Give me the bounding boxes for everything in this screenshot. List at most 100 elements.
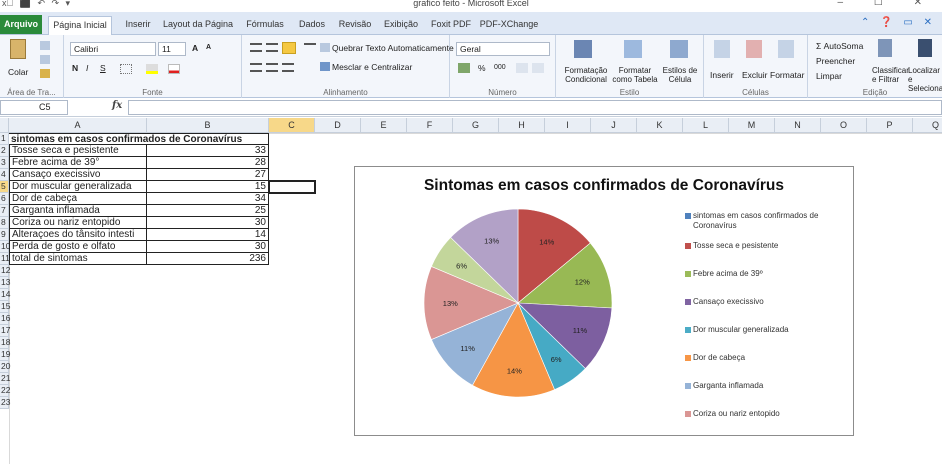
table-header-cell[interactable]: sintomas em casos confirmados de Coronav… <box>9 133 269 145</box>
symptom-name-cell[interactable]: Cansaço execissivo <box>9 169 147 181</box>
paste-button[interactable]: Colar <box>8 67 28 77</box>
name-box[interactable]: C5 <box>0 100 68 115</box>
italic-button[interactable]: I <box>86 63 88 73</box>
column-header-m[interactable]: M <box>729 118 775 133</box>
column-header-o[interactable]: O <box>821 118 867 133</box>
format-painter-icon[interactable] <box>40 69 50 78</box>
row-header-16[interactable]: 16 <box>0 313 10 325</box>
conditional-format-button[interactable]: Formatação Condicional <box>560 66 612 84</box>
tab-dados[interactable]: Dados <box>294 16 330 35</box>
row-header-3[interactable]: 3 <box>0 157 9 169</box>
column-header-k[interactable]: K <box>637 118 683 133</box>
format-as-table-button[interactable]: Formatar como Tabela <box>612 66 658 84</box>
find-select-icon[interactable] <box>918 39 932 57</box>
row-header-14[interactable]: 14 <box>0 289 10 301</box>
column-header-e[interactable]: E <box>361 118 407 133</box>
pie-chart[interactable]: Sintomas em casos confirmados de Coronav… <box>354 166 854 436</box>
row-header-23[interactable]: 23 <box>0 397 10 409</box>
tab-inserir[interactable]: Inserir <box>118 16 158 35</box>
align-right-icon[interactable] <box>282 63 294 72</box>
copy-icon[interactable] <box>40 55 50 64</box>
decrease-decimal-icon[interactable] <box>532 63 544 73</box>
row-header-18[interactable]: 18 <box>0 337 10 349</box>
increase-decimal-icon[interactable] <box>516 63 528 73</box>
column-header-l[interactable]: L <box>683 118 729 133</box>
column-header-i[interactable]: I <box>545 118 591 133</box>
grow-font-button[interactable]: A <box>192 43 198 53</box>
help-icon[interactable]: ⌃ ❓ ▭ ✕ <box>861 17 936 28</box>
delete-cells-icon[interactable] <box>746 40 762 58</box>
total-value-cell[interactable]: 236 <box>147 253 269 265</box>
wrap-text-icon[interactable] <box>320 43 330 52</box>
cell-styles-button[interactable]: Estilos de Célula <box>660 66 700 84</box>
thousands-button[interactable]: 000 <box>494 64 506 71</box>
row-header-8[interactable]: 8 <box>0 217 9 229</box>
column-header-p[interactable]: P <box>867 118 913 133</box>
column-header-h[interactable]: H <box>499 118 545 133</box>
tab-foxit-pdf[interactable]: Foxit PDF <box>428 16 474 35</box>
tab-pdf-xchange[interactable]: PDF-XChange <box>478 16 540 35</box>
column-header-c[interactable]: C <box>269 118 315 133</box>
symptom-name-cell[interactable]: Garganta inflamada <box>9 205 147 217</box>
row-header-2[interactable]: 2 <box>0 145 9 157</box>
row-header-9[interactable]: 9 <box>0 229 9 241</box>
formula-input[interactable] <box>128 100 942 115</box>
symptom-name-cell[interactable]: Febre acima de 39° <box>9 157 147 169</box>
symptom-name-cell[interactable]: Coriza ou nariz entopido <box>9 217 147 229</box>
delete-cells-button[interactable]: Excluir <box>742 70 768 80</box>
row-header-17[interactable]: 17 <box>0 325 10 337</box>
underline-button[interactable]: S <box>100 63 106 73</box>
symptom-count-cell[interactable]: 30 <box>147 217 269 229</box>
row-header-4[interactable]: 4 <box>0 169 9 181</box>
align-top-icon[interactable] <box>250 43 262 52</box>
row-header-5[interactable]: 5 <box>0 181 9 193</box>
row-header-7[interactable]: 7 <box>0 205 9 217</box>
accounting-format-icon[interactable] <box>458 63 470 73</box>
borders-icon[interactable] <box>120 64 132 74</box>
align-center-icon[interactable] <box>266 63 278 72</box>
column-header-a[interactable]: A <box>9 118 147 133</box>
symptom-count-cell[interactable]: 15 <box>147 181 269 193</box>
insert-cells-button[interactable]: Inserir <box>710 70 734 80</box>
row-header-15[interactable]: 15 <box>0 301 10 313</box>
font-name-select[interactable]: Calibri <box>70 42 156 56</box>
sort-filter-button[interactable]: Classificar e Filtrar <box>872 66 909 84</box>
fill-color-icon[interactable] <box>146 64 158 74</box>
selected-cell[interactable] <box>268 180 316 194</box>
font-size-select[interactable]: 11 <box>158 42 186 56</box>
symptom-count-cell[interactable]: 30 <box>147 241 269 253</box>
column-header-g[interactable]: G <box>453 118 499 133</box>
align-bottom-icon[interactable] <box>282 42 296 54</box>
align-middle-icon[interactable] <box>266 43 278 52</box>
tab-pagina-inicial[interactable]: Página Inicial <box>48 16 112 36</box>
row-header-20[interactable]: 20 <box>0 361 10 373</box>
column-header-q[interactable]: Q <box>913 118 942 133</box>
column-header-n[interactable]: N <box>775 118 821 133</box>
symptom-name-cell[interactable]: Dor de cabeça <box>9 193 147 205</box>
row-header-1[interactable]: 1 <box>0 133 9 145</box>
clear-button[interactable]: Limpar <box>816 71 842 81</box>
symptom-count-cell[interactable]: 34 <box>147 193 269 205</box>
cut-icon[interactable] <box>40 41 50 50</box>
row-header-11[interactable]: 11 <box>0 253 10 265</box>
symptom-name-cell[interactable]: Perda de gosto e olfato <box>9 241 147 253</box>
format-cells-icon[interactable] <box>778 40 794 58</box>
column-header-j[interactable]: J <box>591 118 637 133</box>
row-header-13[interactable]: 13 <box>0 277 10 289</box>
column-header-f[interactable]: F <box>407 118 453 133</box>
paste-icon[interactable] <box>10 39 26 59</box>
bold-button[interactable]: N <box>72 63 78 73</box>
insert-cells-icon[interactable] <box>714 40 730 58</box>
symptom-count-cell[interactable]: 14 <box>147 229 269 241</box>
symptom-count-cell[interactable]: 27 <box>147 169 269 181</box>
align-left-icon[interactable] <box>250 63 262 72</box>
symptom-name-cell[interactable]: Tosse seca e pesistente <box>9 145 147 157</box>
merge-center-button[interactable]: Mesclar e Centralizar <box>332 62 412 72</box>
symptom-count-cell[interactable]: 25 <box>147 205 269 217</box>
sort-filter-icon[interactable] <box>878 39 892 57</box>
column-header-b[interactable]: B <box>147 118 269 133</box>
symptom-count-cell[interactable]: 28 <box>147 157 269 169</box>
number-format-select[interactable]: Geral <box>456 42 550 56</box>
symptom-name-cell[interactable]: Alteraçoes do tânsito intesti <box>9 229 147 241</box>
percent-button[interactable]: % <box>478 63 486 73</box>
